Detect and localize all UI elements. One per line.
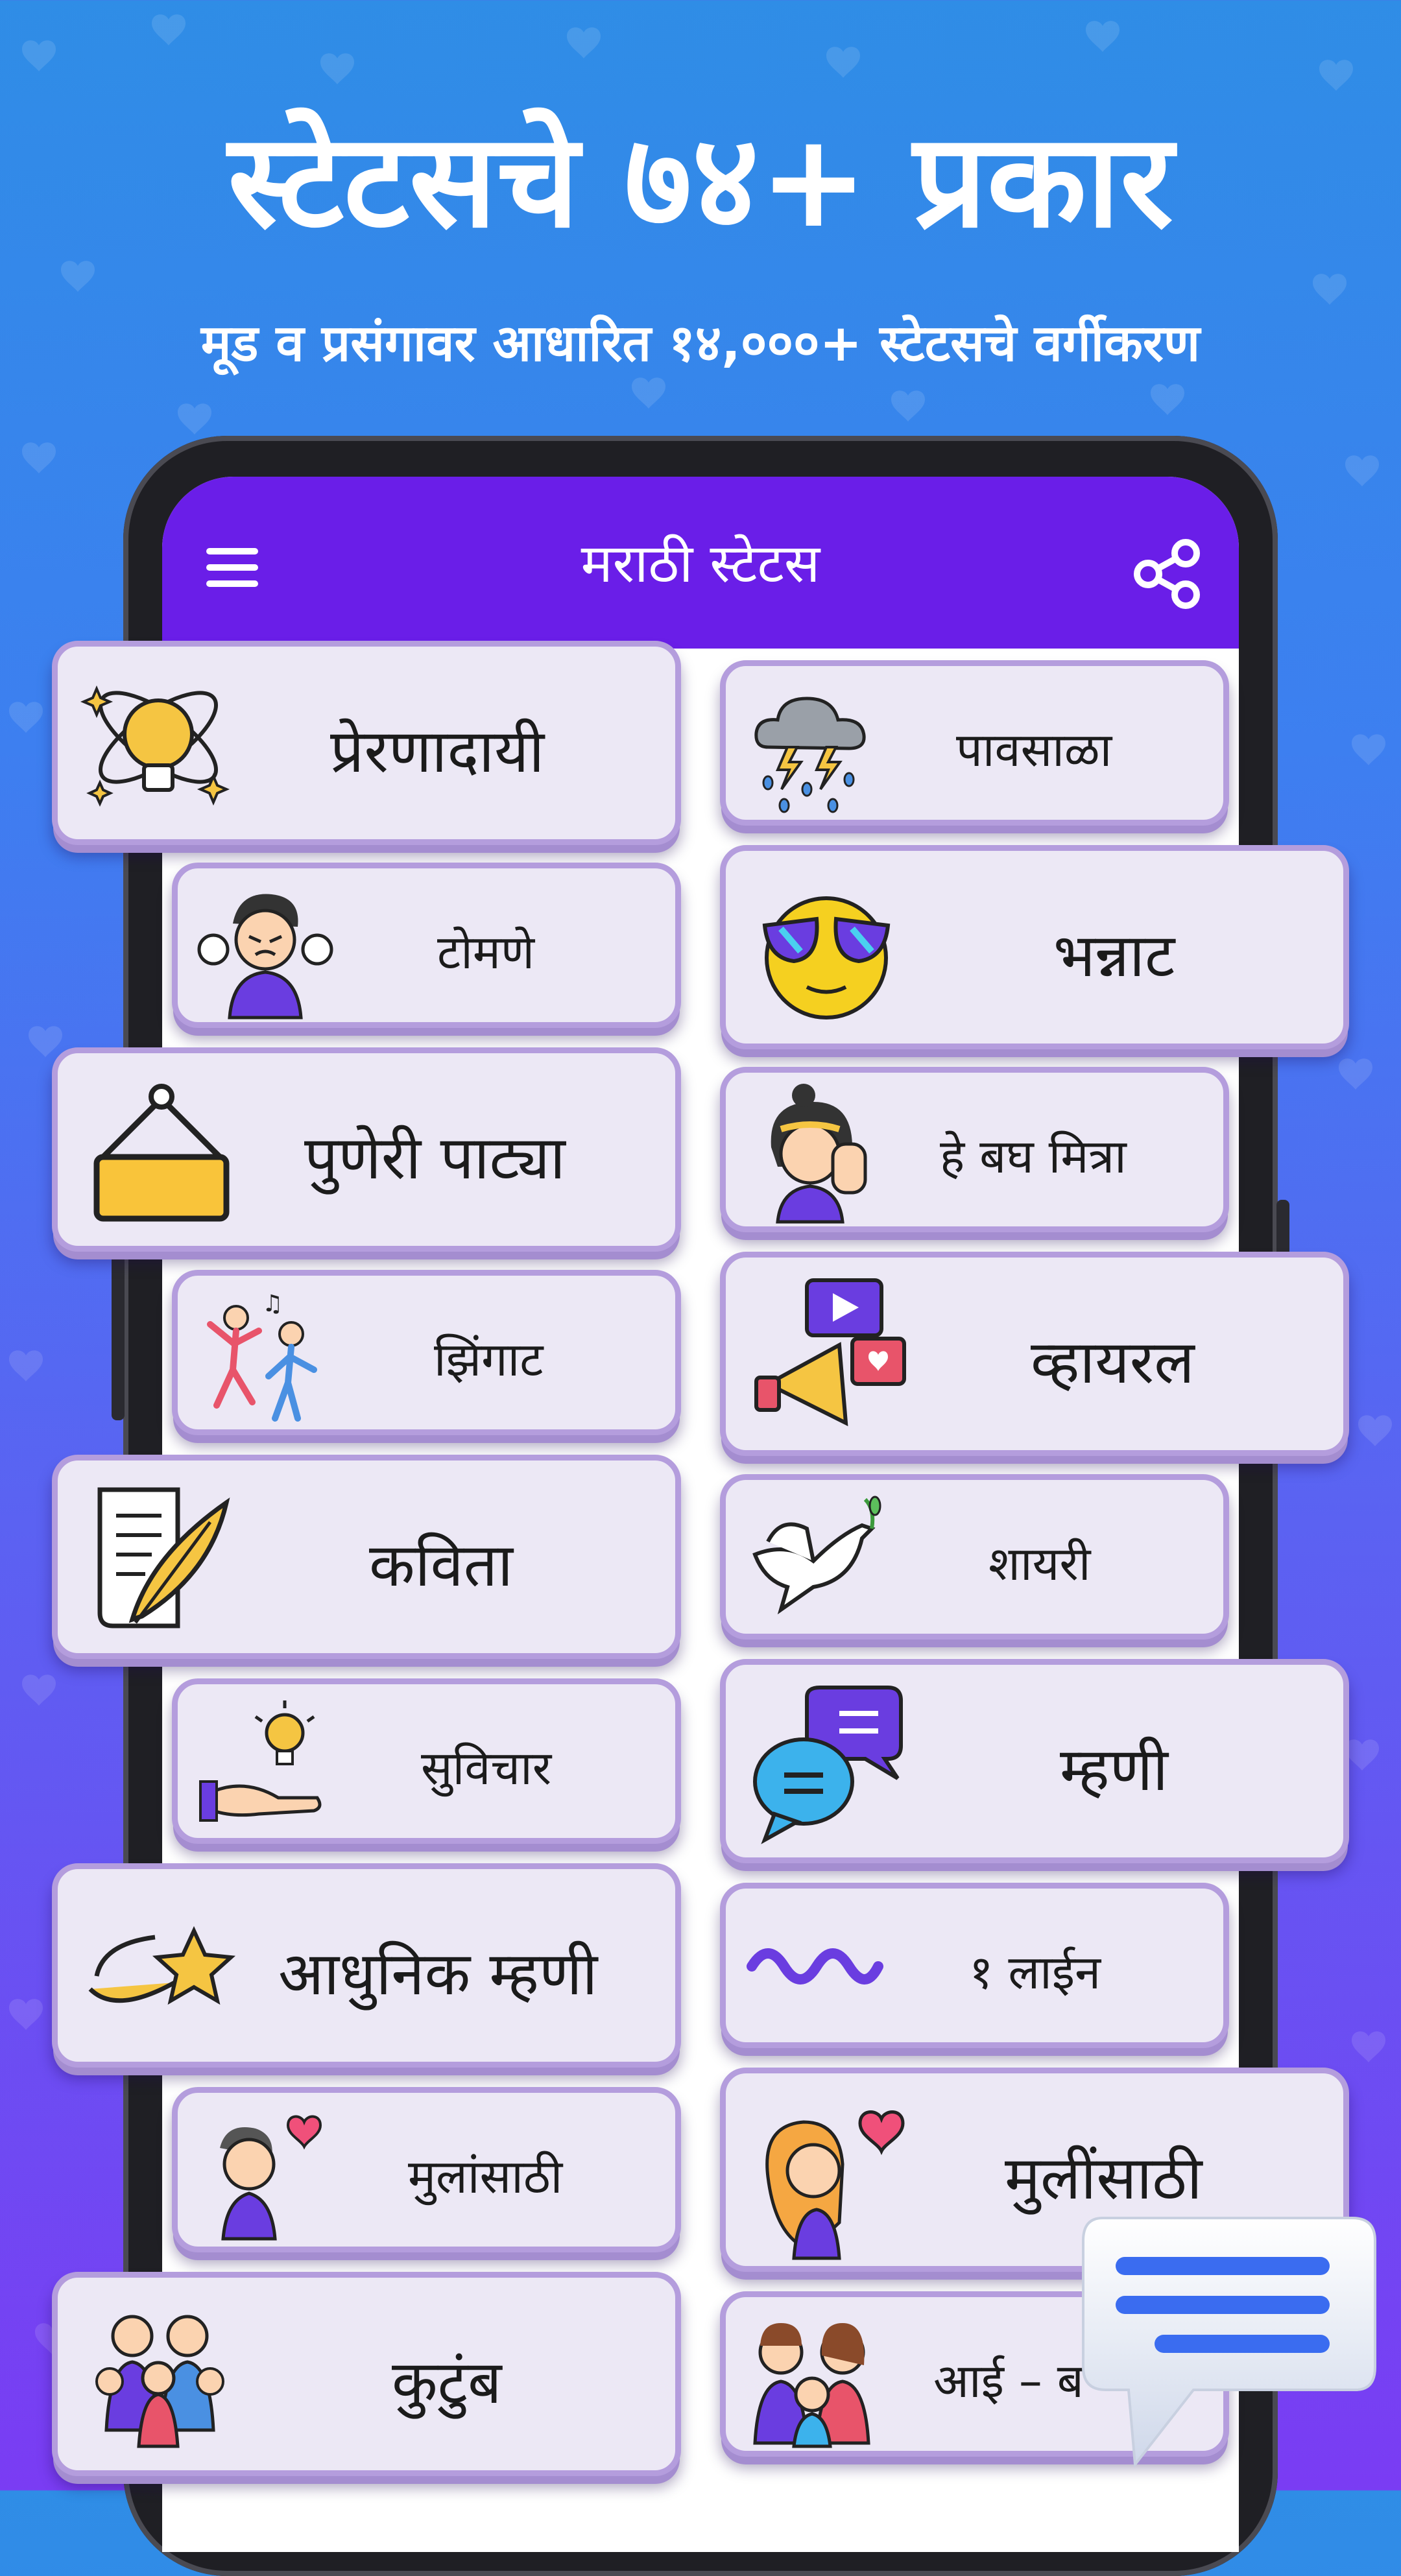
category-label: मुलींसाठी xyxy=(1005,2143,1203,2213)
lightbulb-atom-icon xyxy=(80,685,230,807)
angry-man-icon xyxy=(197,894,333,1020)
parents-child-icon xyxy=(753,2323,870,2448)
category-label: शायरी xyxy=(988,1536,1091,1591)
chat-bubbles-icon xyxy=(753,1686,903,1844)
svg-text:♫: ♫ xyxy=(262,1291,283,1317)
category-card-for-boys[interactable]: मुलांसाठी xyxy=(172,2087,681,2252)
category-card-family[interactable]: कुटुंब xyxy=(52,2272,681,2476)
dancing-people-icon: ♫ xyxy=(207,1291,317,1422)
category-label: प्रेरणादायी xyxy=(330,717,545,786)
wave-line-icon xyxy=(747,1948,883,1985)
category-card-awesome[interactable]: भन्नाट xyxy=(720,845,1349,1049)
category-label: कुटुंब xyxy=(392,2348,502,2417)
rain-cloud-icon xyxy=(754,697,866,813)
category-card-poems[interactable]: कविता xyxy=(52,1455,681,1659)
megaphone-icon xyxy=(754,1278,906,1427)
category-card-taunts[interactable]: टोमणे xyxy=(172,863,681,1028)
category-label: मुलांसाठी xyxy=(408,2149,563,2204)
app-title: मराठी स्टेटस xyxy=(581,533,820,595)
chat-message-icon[interactable] xyxy=(1077,2205,1382,2477)
girl-heart-icon xyxy=(765,2110,905,2260)
category-card-hey-friend[interactable]: हे बघ मित्रा xyxy=(720,1067,1229,1232)
hanging-sign-icon xyxy=(93,1084,230,1222)
category-label: व्हायरल xyxy=(1031,1328,1195,1397)
category-label: टोमणे xyxy=(437,925,535,979)
category-card-motivational[interactable]: प्रेरणादायी xyxy=(52,641,681,845)
category-card-puneri-boards[interactable]: पुणेरी पाट्या xyxy=(52,1047,681,1252)
category-card-modern-proverbs[interactable]: आधुनिक म्हणी xyxy=(52,1863,681,2068)
cool-emoji-icon xyxy=(762,896,891,1020)
phone-side-button xyxy=(112,1245,125,1420)
app-bar: मराठी स्टेटस xyxy=(162,477,1239,649)
category-label: आई – ब xyxy=(933,2354,1084,2408)
category-card-one-line[interactable]: १ लाईन xyxy=(720,1883,1229,2048)
boy-heart-icon xyxy=(220,2115,322,2241)
family-group-icon xyxy=(95,2315,224,2448)
subheadline: मूड व प्रसंगावर आधारित १४,०००+ स्टेटसचे … xyxy=(200,315,1201,373)
category-label: झिंगाट xyxy=(434,1332,544,1387)
category-card-proverbs[interactable]: म्हणी xyxy=(720,1659,1349,1863)
category-label: भन्नाट xyxy=(1053,921,1175,990)
category-label: म्हणी xyxy=(1060,1735,1168,1804)
shooting-star-icon xyxy=(88,1926,236,2005)
category-card-thoughts[interactable]: सुविचार xyxy=(172,1678,681,1844)
girl-stop-hand-icon xyxy=(771,1084,867,1224)
category-card-shayari[interactable]: शायरी xyxy=(720,1474,1229,1640)
category-label: १ लाईन xyxy=(969,1945,1101,1999)
category-label: आधुनिक म्हणी xyxy=(278,1939,598,2009)
category-label: हे बघ मित्रा xyxy=(940,1129,1127,1184)
headline: स्टेटसचे ७४+ प्रकार xyxy=(228,106,1173,257)
quill-paper-icon xyxy=(97,1487,230,1628)
category-card-viral[interactable]: व्हायरल xyxy=(720,1252,1349,1456)
share-icon[interactable] xyxy=(1129,535,1206,613)
category-card-monsoon[interactable]: पावसाळा xyxy=(720,660,1229,826)
idea-hand-icon xyxy=(199,1700,322,1822)
category-label: पावसाळा xyxy=(956,722,1112,777)
category-label: पुणेरी पाट्या xyxy=(304,1123,566,1193)
category-card-zingat[interactable]: ♫ झिंगाट xyxy=(172,1270,681,1435)
dove-icon xyxy=(752,1496,881,1615)
category-label: सुविचार xyxy=(421,1741,552,1795)
category-label: कविता xyxy=(369,1531,513,1600)
